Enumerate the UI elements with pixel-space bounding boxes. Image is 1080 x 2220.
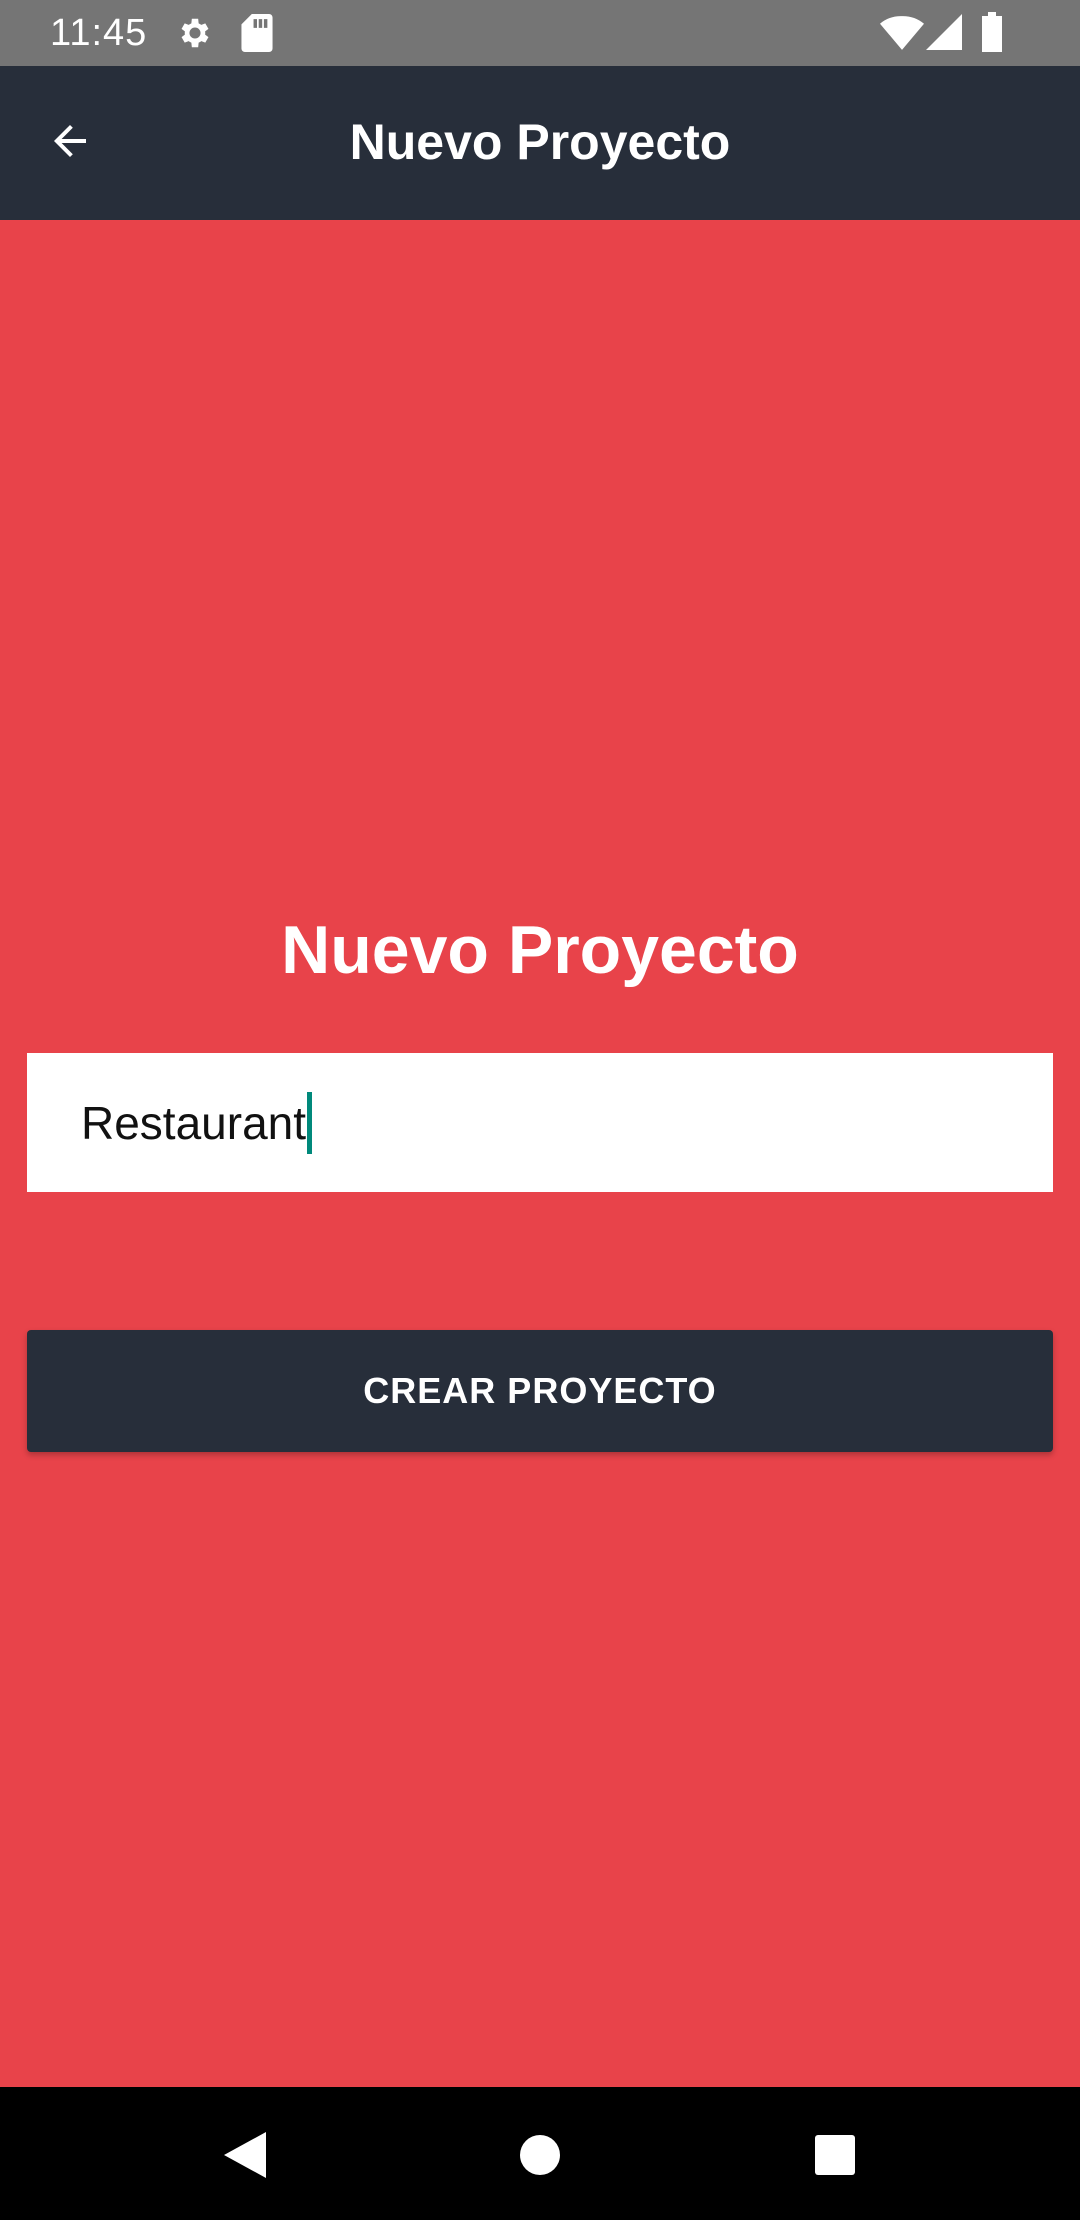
text-cursor (307, 1091, 313, 1154)
nav-recents-button[interactable] (795, 2117, 875, 2197)
main-content: Nuevo Proyecto Restaurant CREAR PROYECTO (0, 220, 1080, 2087)
status-bar: 11:45 (0, 0, 1080, 66)
screen: 11:45 Nuevo Proyecto Nuevo Proyecto Rest… (0, 0, 1080, 2220)
sd-card-icon (240, 14, 274, 52)
app-bar: Nuevo Proyecto (0, 66, 1080, 220)
system-nav-bar (0, 2087, 1080, 2220)
nav-home-button[interactable] (500, 2117, 580, 2197)
app-bar-title: Nuevo Proyecto (349, 114, 731, 170)
back-triangle-icon (224, 2131, 266, 2183)
create-project-button[interactable]: CREAR PROYECTO (27, 1330, 1053, 1452)
page-heading: Nuevo Proyecto (281, 912, 799, 988)
recents-square-icon (815, 2134, 855, 2180)
nav-back-button[interactable] (205, 2117, 285, 2197)
create-project-button-label: CREAR PROYECTO (363, 1370, 717, 1411)
wifi-icon (880, 16, 924, 50)
battery-icon (980, 12, 1004, 52)
cell-signal-icon (926, 14, 962, 50)
status-time: 11:45 (50, 12, 148, 54)
project-name-value: Restaurant (81, 1096, 307, 1149)
home-circle-icon (519, 2134, 561, 2181)
settings-icon (176, 14, 214, 52)
project-name-input[interactable]: Restaurant (27, 1053, 1053, 1192)
